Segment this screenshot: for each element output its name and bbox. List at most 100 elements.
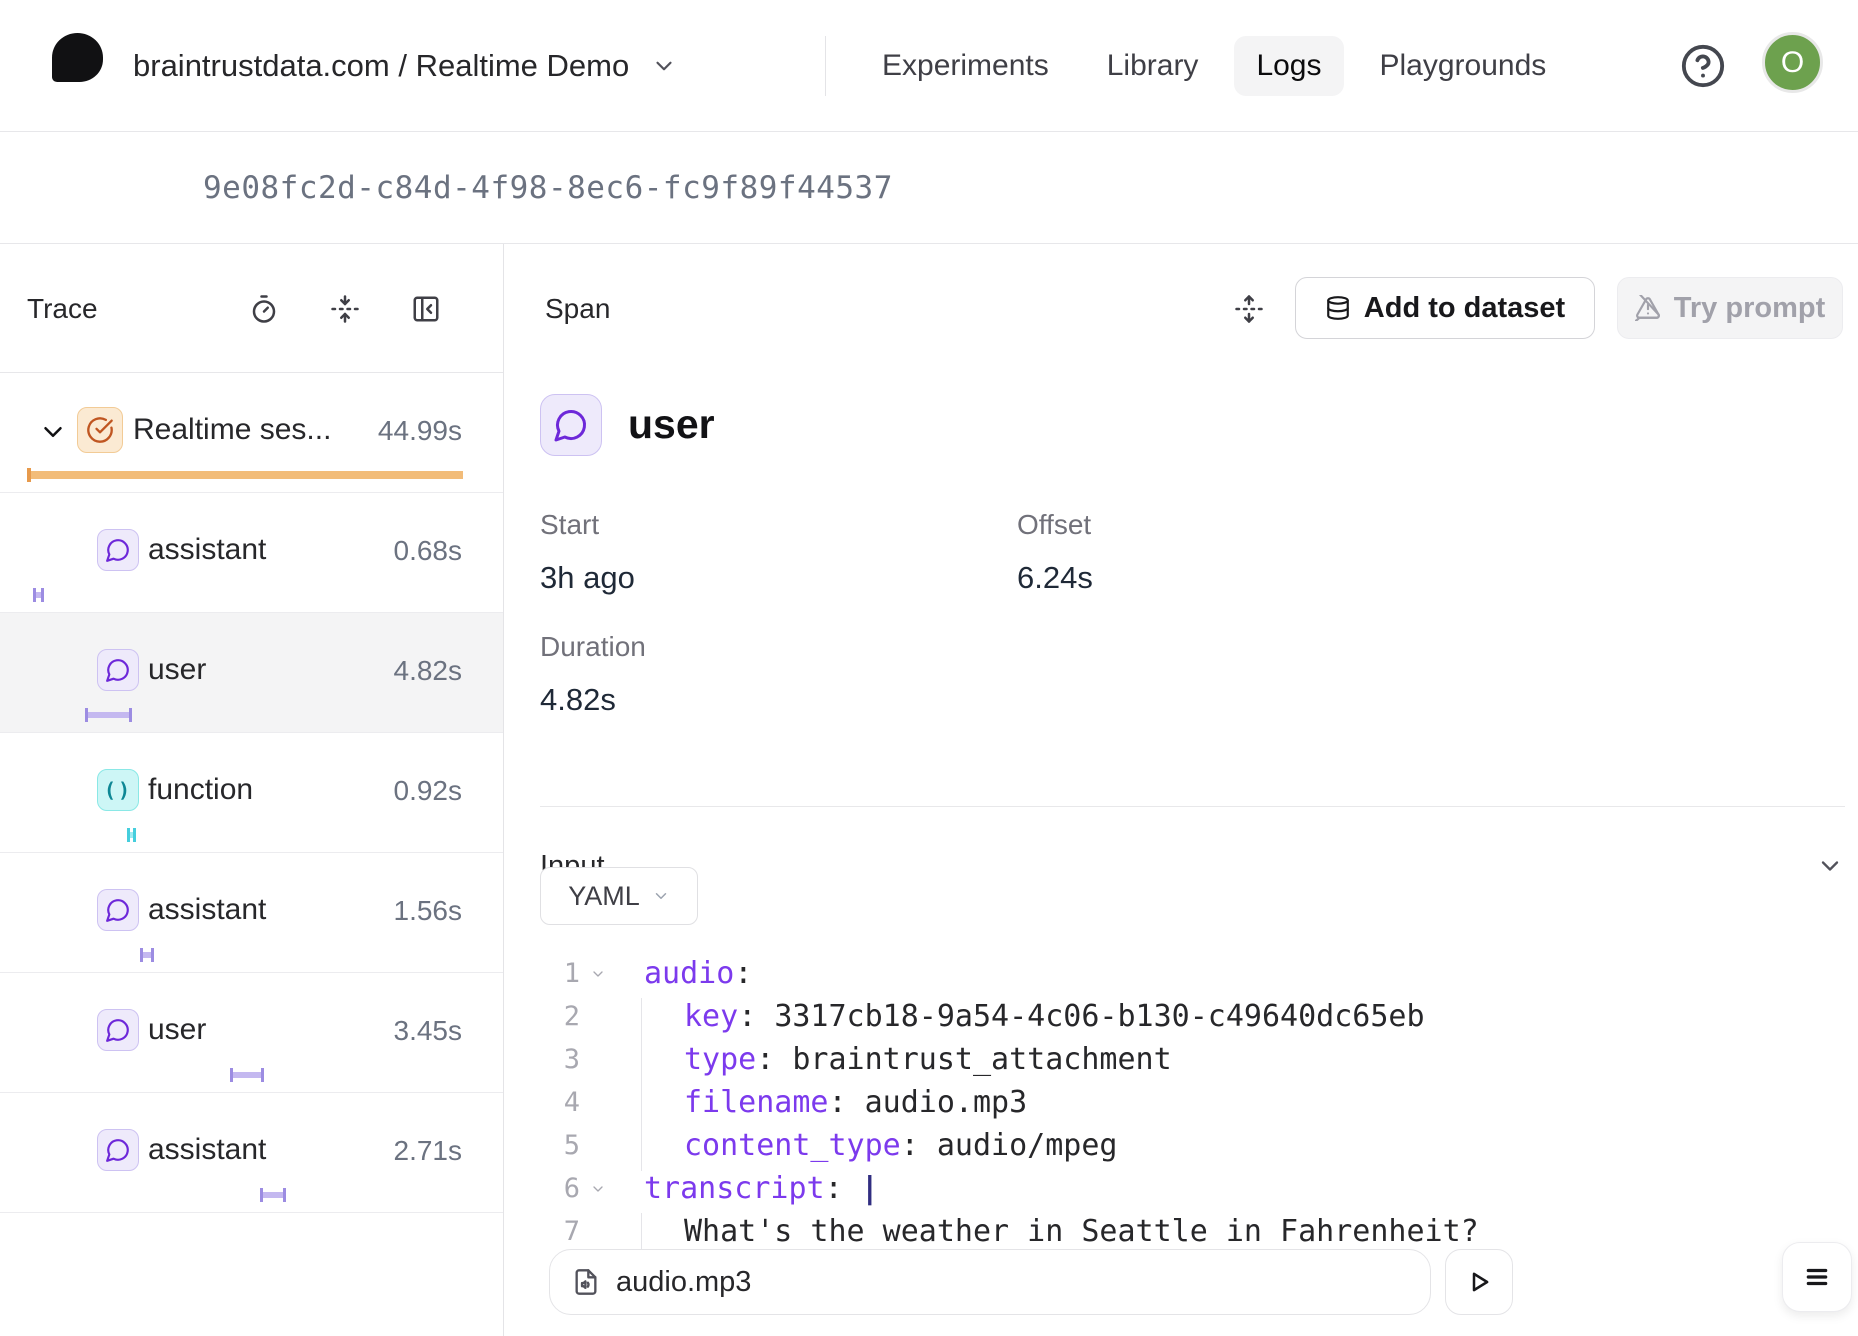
code-line: 7 What's the weather in Seattle in Fahre… bbox=[504, 1210, 1858, 1253]
line-number: 2 bbox=[504, 1001, 580, 1032]
duration-label: Duration bbox=[540, 631, 646, 663]
span-duration: 3.45s bbox=[394, 1015, 463, 1047]
audio-attachment[interactable]: audio.mp3 bbox=[549, 1249, 1431, 1315]
trace-row-realtime-session[interactable]: Realtime ses... 44.99s bbox=[0, 373, 503, 493]
chevron-down-icon bbox=[652, 887, 670, 905]
offset-value: 6.24s bbox=[1017, 560, 1093, 596]
yaml-code-block[interactable]: 1 audio: 2 key: 3317cb18-9a54-4c06-b130-… bbox=[504, 952, 1858, 1253]
menu-button[interactable] bbox=[1782, 1242, 1852, 1312]
database-icon bbox=[1325, 295, 1351, 321]
nav-divider bbox=[825, 36, 826, 96]
span-duration: 0.92s bbox=[394, 775, 463, 807]
line-number: 3 bbox=[504, 1044, 580, 1075]
hamburger-icon bbox=[1804, 1264, 1830, 1290]
trace-row-assistant-3[interactable]: assistant 2.71s bbox=[0, 1093, 503, 1213]
start-value: 3h ago bbox=[540, 560, 635, 596]
panel-toggle-icon[interactable] bbox=[411, 294, 441, 324]
span-label: assistant bbox=[148, 1133, 266, 1167]
span-label: assistant bbox=[148, 533, 266, 567]
code-line: 5 content_type: audio/mpeg bbox=[504, 1124, 1858, 1167]
fold-chevron-icon[interactable] bbox=[586, 1181, 610, 1197]
timeline-bar bbox=[127, 828, 136, 842]
line-number: 5 bbox=[504, 1130, 580, 1161]
span-label: Realtime ses... bbox=[133, 413, 331, 447]
trace-row-user-2[interactable]: user 3.45s bbox=[0, 973, 503, 1093]
timer-icon[interactable] bbox=[249, 294, 279, 324]
avatar-letter: O bbox=[1781, 46, 1804, 80]
play-button[interactable] bbox=[1445, 1249, 1513, 1315]
attachment-filename: audio.mp3 bbox=[616, 1266, 751, 1299]
span-panel-title: Span bbox=[545, 244, 610, 373]
function-icon: () bbox=[97, 769, 139, 811]
timeline-bar bbox=[140, 948, 154, 962]
breadcrumb-label: braintrustdata.com / Realtime Demo bbox=[133, 48, 629, 84]
collapse-vertical-icon[interactable] bbox=[330, 294, 360, 324]
help-icon[interactable] bbox=[1680, 43, 1726, 89]
timeline-bar bbox=[33, 588, 44, 602]
line-number: 4 bbox=[504, 1087, 580, 1118]
nav-logs[interactable]: Logs bbox=[1234, 36, 1343, 96]
span-title: user bbox=[628, 401, 715, 448]
trace-row-assistant-1[interactable]: assistant 0.68s bbox=[0, 493, 503, 613]
code-line: 4 filename: audio.mp3 bbox=[504, 1081, 1858, 1124]
span-label: function bbox=[148, 773, 253, 807]
try-prompt-button[interactable]: Try prompt bbox=[1617, 277, 1843, 339]
offset-label: Offset bbox=[1017, 509, 1091, 541]
start-label: Start bbox=[540, 509, 599, 541]
warning-triangle-icon bbox=[1635, 295, 1661, 321]
app-window: braintrustdata.com / Realtime Demo Exper… bbox=[0, 0, 1858, 1336]
avatar[interactable]: O bbox=[1762, 32, 1823, 93]
format-select[interactable]: YAML bbox=[540, 867, 698, 925]
trace-panel: Trace Realtime ses... 44.99s bbox=[0, 244, 504, 1336]
nav-items: Experiments Library Logs Playgrounds bbox=[860, 0, 1568, 132]
trace-panel-header: Trace bbox=[0, 244, 503, 373]
section-divider bbox=[540, 806, 1845, 807]
trace-row-user-selected[interactable]: user 4.82s bbox=[0, 613, 503, 733]
trace-row-assistant-2[interactable]: assistant 1.56s bbox=[0, 853, 503, 973]
fold-chevron-icon[interactable] bbox=[586, 966, 610, 982]
duration-value: 4.82s bbox=[540, 682, 616, 718]
chat-bubble-icon bbox=[97, 1129, 139, 1171]
code-line: 3 type: braintrust_attachment bbox=[504, 1038, 1858, 1081]
trace-row-function[interactable]: () function 0.92s bbox=[0, 733, 503, 853]
trace-id-bar: 9e08fc2d-c84d-4f98-8ec6-fc9f89f44537 bbox=[0, 132, 1858, 244]
code-line: 1 audio: bbox=[504, 952, 1858, 995]
chevron-down-icon[interactable] bbox=[38, 417, 68, 447]
trace-id[interactable]: 9e08fc2d-c84d-4f98-8ec6-fc9f89f44537 bbox=[203, 132, 893, 244]
span-label: user bbox=[148, 653, 206, 687]
span-panel: Span Add to dataset Try prompt user Star… bbox=[504, 244, 1858, 1336]
play-icon bbox=[1464, 1267, 1494, 1297]
timeline-bar bbox=[230, 1068, 264, 1082]
line-number: 1 bbox=[504, 958, 580, 989]
line-number: 7 bbox=[504, 1216, 580, 1247]
timeline-bar bbox=[85, 708, 132, 722]
task-check-icon bbox=[77, 407, 123, 453]
braintrust-logo-icon[interactable] bbox=[52, 33, 103, 82]
line-number: 6 bbox=[504, 1173, 580, 1204]
span-duration: 2.71s bbox=[394, 1135, 463, 1167]
code-line: 2 key: 3317cb18-9a54-4c06-b130-c49640dc6… bbox=[504, 995, 1858, 1038]
timeline-bar bbox=[27, 468, 463, 482]
expand-vertical-icon[interactable] bbox=[1234, 294, 1264, 324]
chat-bubble-icon bbox=[97, 649, 139, 691]
add-to-dataset-button[interactable]: Add to dataset bbox=[1295, 277, 1595, 339]
breadcrumb[interactable]: braintrustdata.com / Realtime Demo bbox=[133, 0, 677, 132]
trace-panel-title: Trace bbox=[27, 244, 98, 373]
try-prompt-label: Try prompt bbox=[1674, 292, 1825, 325]
nav-playgrounds[interactable]: Playgrounds bbox=[1358, 36, 1569, 96]
chat-bubble-icon bbox=[540, 394, 602, 456]
span-label: user bbox=[148, 1013, 206, 1047]
nav-experiments[interactable]: Experiments bbox=[860, 36, 1071, 96]
chat-bubble-icon bbox=[97, 1009, 139, 1051]
collapse-input-chevron-icon[interactable] bbox=[1816, 852, 1844, 880]
chat-bubble-icon bbox=[97, 889, 139, 931]
chevron-down-icon bbox=[651, 53, 677, 79]
span-duration: 44.99s bbox=[378, 415, 462, 447]
chat-bubble-icon bbox=[97, 529, 139, 571]
top-nav-bar: braintrustdata.com / Realtime Demo Exper… bbox=[0, 0, 1858, 132]
timeline-bar bbox=[260, 1188, 286, 1202]
code-line: 6 transcript: | bbox=[504, 1167, 1858, 1210]
add-to-dataset-label: Add to dataset bbox=[1364, 292, 1565, 325]
span-duration: 0.68s bbox=[394, 535, 463, 567]
nav-library[interactable]: Library bbox=[1085, 36, 1221, 96]
